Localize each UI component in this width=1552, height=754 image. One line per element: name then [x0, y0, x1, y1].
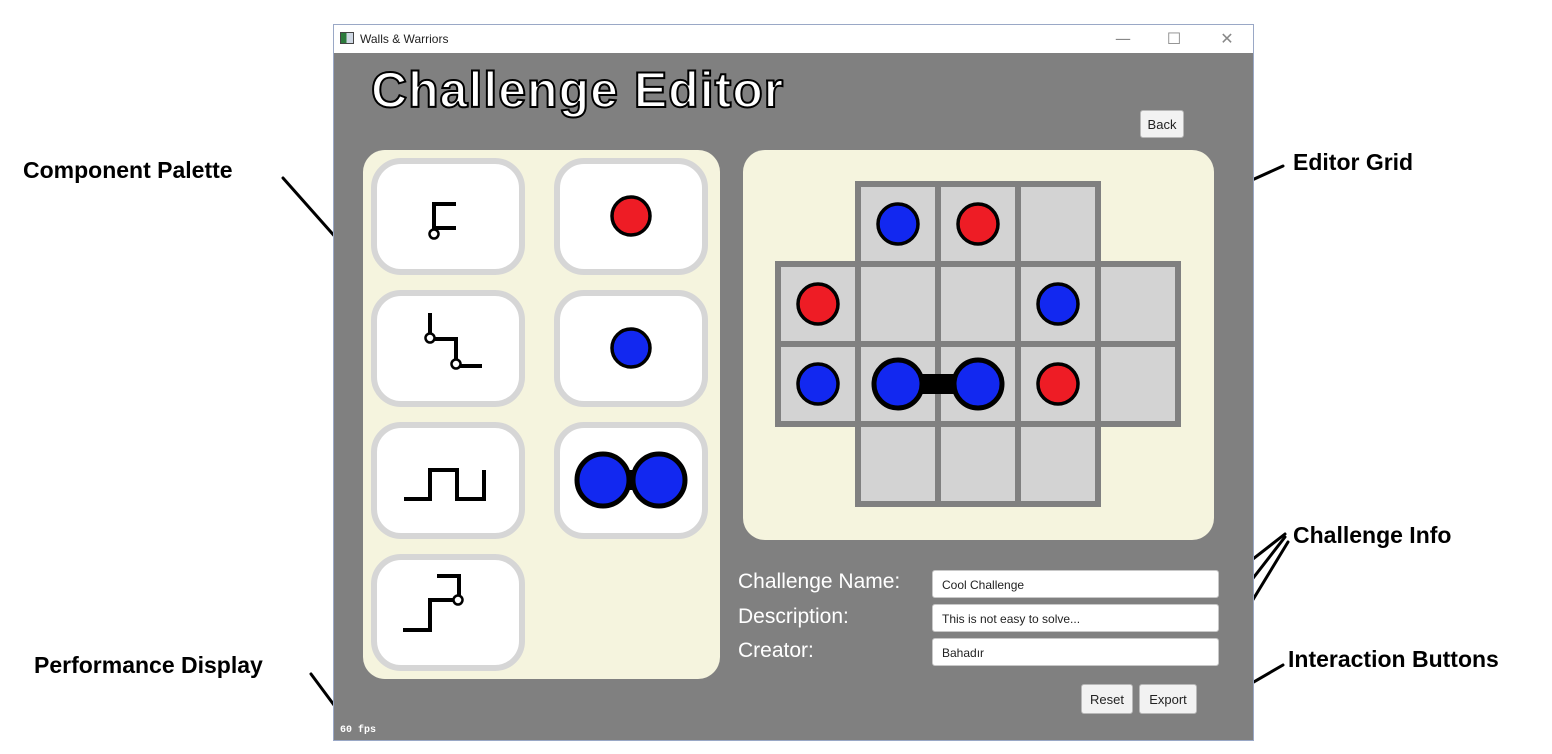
grid-cell[interactable]	[1015, 421, 1101, 507]
grid-cell[interactable]	[1095, 261, 1181, 347]
red-knight-icon	[796, 282, 840, 326]
blue-knight-icon	[1036, 282, 1080, 326]
creator-input[interactable]: Bahadır	[932, 638, 1219, 666]
red-knight-icon	[956, 202, 1000, 246]
wall-piece-step-icon	[424, 313, 482, 370]
blue-knight-icon	[796, 362, 840, 406]
export-button[interactable]: Export	[1139, 684, 1197, 714]
close-icon[interactable]: ✕	[1212, 28, 1242, 50]
palette-item-blue-knight[interactable]	[554, 290, 708, 407]
window-title: Walls & Warriors	[360, 32, 449, 46]
app-window: Walls & Warriors — ☐ ✕ Challenge Editor …	[333, 24, 1254, 741]
wall-piece-bracket-icon	[428, 202, 456, 240]
grid-cell[interactable]	[855, 261, 941, 347]
grid-cell[interactable]	[1015, 341, 1101, 427]
grid-cell[interactable]	[855, 181, 941, 267]
linked-blue-knights-icon	[871, 357, 1005, 411]
wall-piece-square-wave-icon	[404, 468, 486, 501]
palette-item-wall-square-wave[interactable]	[371, 422, 525, 539]
grid-cell[interactable]	[935, 421, 1021, 507]
palette-item-red-knight[interactable]	[554, 158, 708, 275]
back-button[interactable]: Back	[1140, 110, 1184, 138]
fps-counter: 60 fps	[340, 725, 377, 736]
grid-cell[interactable]	[1015, 261, 1101, 347]
component-palette	[363, 150, 720, 679]
grid-cell[interactable]	[775, 341, 861, 427]
maximize-icon[interactable]: ☐	[1159, 28, 1189, 50]
red-knight-icon	[610, 195, 652, 237]
title-bar[interactable]: Walls & Warriors — ☐ ✕	[334, 25, 1253, 53]
challenge-name-label: Challenge Name:	[738, 570, 901, 593]
palette-item-wall-bracket[interactable]	[371, 158, 525, 275]
app-icon	[340, 32, 354, 44]
reset-button[interactable]: Reset	[1081, 684, 1133, 714]
page-title: Challenge Editor	[370, 61, 785, 119]
description-input[interactable]: This is not easy to solve...	[932, 604, 1219, 632]
grid-cell[interactable]	[775, 261, 861, 347]
grid-cell[interactable]	[1015, 181, 1101, 267]
linked-blue-knights-icon	[574, 451, 688, 509]
wall-piece-hook-icon	[403, 574, 464, 632]
description-label: Description:	[738, 605, 849, 628]
grid-cell[interactable]	[935, 181, 1021, 267]
palette-item-wall-hook[interactable]	[371, 554, 525, 671]
grid-cell[interactable]	[855, 421, 941, 507]
blue-knight-icon	[610, 327, 652, 369]
grid-cell[interactable]	[935, 261, 1021, 347]
blue-knight-icon	[876, 202, 920, 246]
red-knight-icon	[1036, 362, 1080, 406]
minimize-icon[interactable]: —	[1108, 28, 1138, 50]
challenge-name-input[interactable]: Cool Challenge	[932, 570, 1219, 598]
editor-grid-panel	[743, 150, 1214, 540]
palette-item-wall-step[interactable]	[371, 290, 525, 407]
palette-item-linked-knights[interactable]	[554, 422, 708, 539]
grid-cell[interactable]	[1095, 341, 1181, 427]
creator-label: Creator:	[738, 639, 814, 662]
